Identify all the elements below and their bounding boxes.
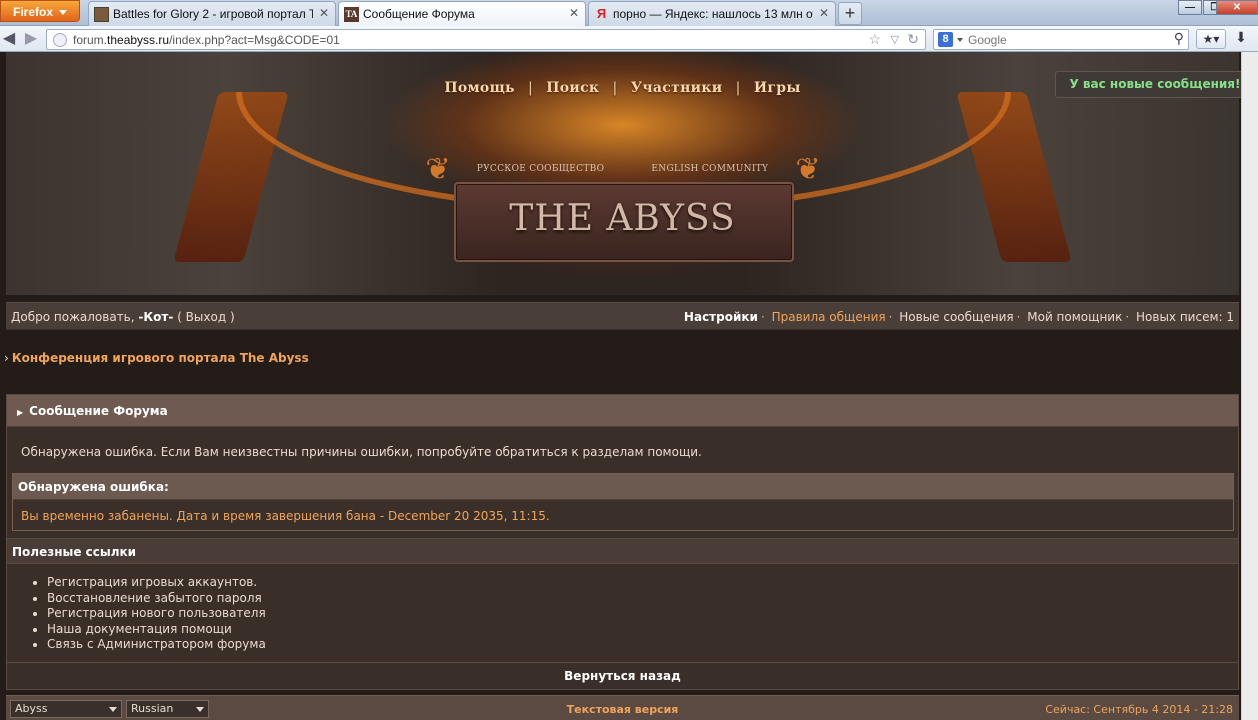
close-icon[interactable]: ✕ [819, 6, 829, 20]
list-item[interactable]: Восстановление забытого пароля [47, 591, 266, 607]
list-item[interactable]: Наша документация помощи [47, 622, 266, 638]
error-message: Вы временно забанены. Дата и время завер… [21, 509, 550, 523]
bookmarks-button[interactable]: ★▾ [1196, 29, 1226, 49]
user-bar: Добро пожаловать, -Кот- ( Выход ) Настро… [6, 302, 1239, 330]
search-icon[interactable]: ⚲ [1174, 30, 1184, 47]
close-icon: ✕ [1232, 2, 1242, 13]
error-box: Обнаружена ошибка: Вы временно забанены.… [12, 473, 1234, 531]
reload-icon[interactable]: ↻ [907, 31, 919, 48]
game-favicon-icon [94, 7, 109, 22]
settings-link[interactable]: Настройки [684, 310, 758, 324]
list-item[interactable]: Регистрация нового пользователя [47, 606, 266, 622]
tab-forum-message[interactable]: TA Сообщение Форума ✕ [338, 1, 586, 26]
site-logo[interactable]: THE ABYSS [6, 198, 1239, 239]
url-path: /index.php?act=Msg&CODE=01 [169, 33, 340, 47]
browser-navigation-bar: ◀ ▶ forum.theabyss.ru/index.php?act=Msg&… [0, 26, 1258, 52]
rules-link[interactable]: Правила общения [772, 310, 886, 324]
username-link[interactable]: -Кот- [138, 310, 173, 324]
address-bar[interactable]: forum.theabyss.ru/index.php?act=Msg&CODE… [46, 29, 926, 50]
dragon-ornament-icon: ❦ [425, 152, 451, 187]
close-icon[interactable]: ✕ [569, 6, 579, 20]
menu-games[interactable]: Игры [754, 80, 801, 96]
menu-search[interactable]: Поиск [546, 80, 599, 96]
error-intro-text: Обнаружена ошибка. Если Вам неизвестны п… [21, 445, 702, 459]
server-time: Сейчас: Сентябрь 4 2014 - 21:28 [1045, 703, 1233, 716]
forward-icon[interactable]: ▶ [22, 30, 40, 48]
chevron-right-icon: › [4, 351, 9, 365]
new-posts-link[interactable]: Новые сообщения [899, 310, 1013, 324]
menu-separator: | [735, 80, 741, 96]
user-links: Настройки · Правила общения · Новые сообще… [684, 310, 1234, 324]
new-messages-notice[interactable]: У вас новые сообщения! [1055, 71, 1255, 98]
back-icon[interactable]: ◀ [0, 30, 18, 48]
link-separator: · [1016, 310, 1021, 324]
my-assistant-link[interactable]: Мой помощник [1027, 310, 1122, 324]
english-community-link[interactable]: ENGLISH COMMUNITY [651, 164, 768, 174]
chevron-down-icon [59, 10, 67, 15]
list-item[interactable]: Связь с Администратором форума [47, 637, 266, 653]
minimize-button[interactable]: — [1178, 0, 1202, 15]
search-input[interactable]: Google [968, 33, 1007, 47]
link-separator: · [1125, 310, 1130, 324]
tab-label: порно — Яндекс: нашлось 13 млн отве... [613, 7, 813, 21]
page-viewport: ❦ ❦ Помощь | Поиск | Участники | Игры РУ… [0, 52, 1258, 720]
bookmark-star-icon[interactable]: ☆ [868, 31, 881, 48]
panel-header: ▶ Сообщение Форума [7, 395, 1238, 427]
useful-links-list: Регистрация игровых аккаунтов. Восстанов… [47, 575, 266, 653]
tab-yandex-search[interactable]: Я порно — Яндекс: нашлось 13 млн отве...… [588, 1, 836, 26]
tab-label: Battles for Glory 2 - игровой портал The… [113, 7, 313, 21]
menu-separator: | [612, 80, 618, 96]
menu-help[interactable]: Помощь [444, 80, 515, 96]
vertical-scrollbar[interactable] [1241, 52, 1258, 720]
dragon-ornament-icon: ❦ [795, 152, 821, 187]
panel-title: Сообщение Форума [29, 404, 168, 418]
welcome-prefix: Добро пожаловать, [11, 310, 135, 324]
link-separator: · [888, 310, 893, 324]
russian-community-link[interactable]: РУССКОЕ СООБЩЕСТВО [477, 164, 604, 174]
close-window-button[interactable]: ✕ [1216, 0, 1258, 15]
url-domain: theabyss.ru [107, 33, 170, 47]
firefox-menu-label: Firefox [13, 5, 54, 19]
page-footer: Abyss Russian Текстовая версия Сейчас: С… [6, 695, 1239, 720]
triangle-right-icon: ▶ [17, 408, 24, 417]
welcome-text: Добро пожаловать, -Кот- ( Выход ) [11, 310, 235, 324]
go-back-link[interactable]: Вернуться назад [7, 662, 1238, 689]
forum-message-panel: ▶ Сообщение Форума Обнаружена ошибка. Есл… [6, 394, 1239, 690]
search-bar[interactable]: 8 Google ⚲ [933, 29, 1189, 50]
url-prefix: forum. [73, 33, 108, 47]
chevron-down-icon[interactable] [957, 38, 963, 42]
search-engine-icon[interactable]: 8 [938, 32, 953, 47]
download-icon[interactable]: ⬇ [1232, 30, 1250, 48]
site-identity-icon[interactable] [53, 33, 67, 47]
yandex-favicon-icon: Я [596, 6, 607, 21]
logout-link[interactable]: ( Выход ) [177, 310, 234, 324]
firefox-menu-button[interactable]: Firefox [0, 0, 80, 22]
menu-separator: | [528, 80, 534, 96]
new-tab-button[interactable]: + [838, 2, 862, 25]
useful-links-title: Полезные ссылки [7, 538, 1238, 564]
new-mail-link[interactable]: Новых писем: 1 [1136, 310, 1234, 324]
menu-members[interactable]: Участники [631, 80, 723, 96]
link-separator: · [760, 310, 765, 324]
tab-battles-for-glory[interactable]: Battles for Glory 2 - игровой портал The… [88, 1, 336, 26]
history-dropdown-icon[interactable]: ▽ [891, 33, 899, 46]
bookmarks-icon: ★▾ [1202, 32, 1220, 46]
list-item[interactable]: Регистрация игровых аккаунтов. [47, 575, 266, 591]
abyss-favicon-icon: TA [344, 7, 359, 22]
browser-tab-strip: Firefox Battles for Glory 2 - игровой по… [0, 0, 1258, 26]
tab-label: Сообщение Форума [363, 7, 475, 21]
breadcrumb-forum-link[interactable]: Конференция игрового портала The Abyss [12, 351, 309, 365]
breadcrumb: › Конференция игрового портала The Abyss [4, 351, 309, 365]
error-title: Обнаружена ошибка: [13, 474, 1233, 500]
minimize-icon: — [1185, 2, 1195, 13]
community-links: РУССКОЕ СООБЩЕСТВО ENGLISH COMMUNITY [6, 164, 1239, 174]
close-icon[interactable]: ✕ [319, 6, 329, 20]
